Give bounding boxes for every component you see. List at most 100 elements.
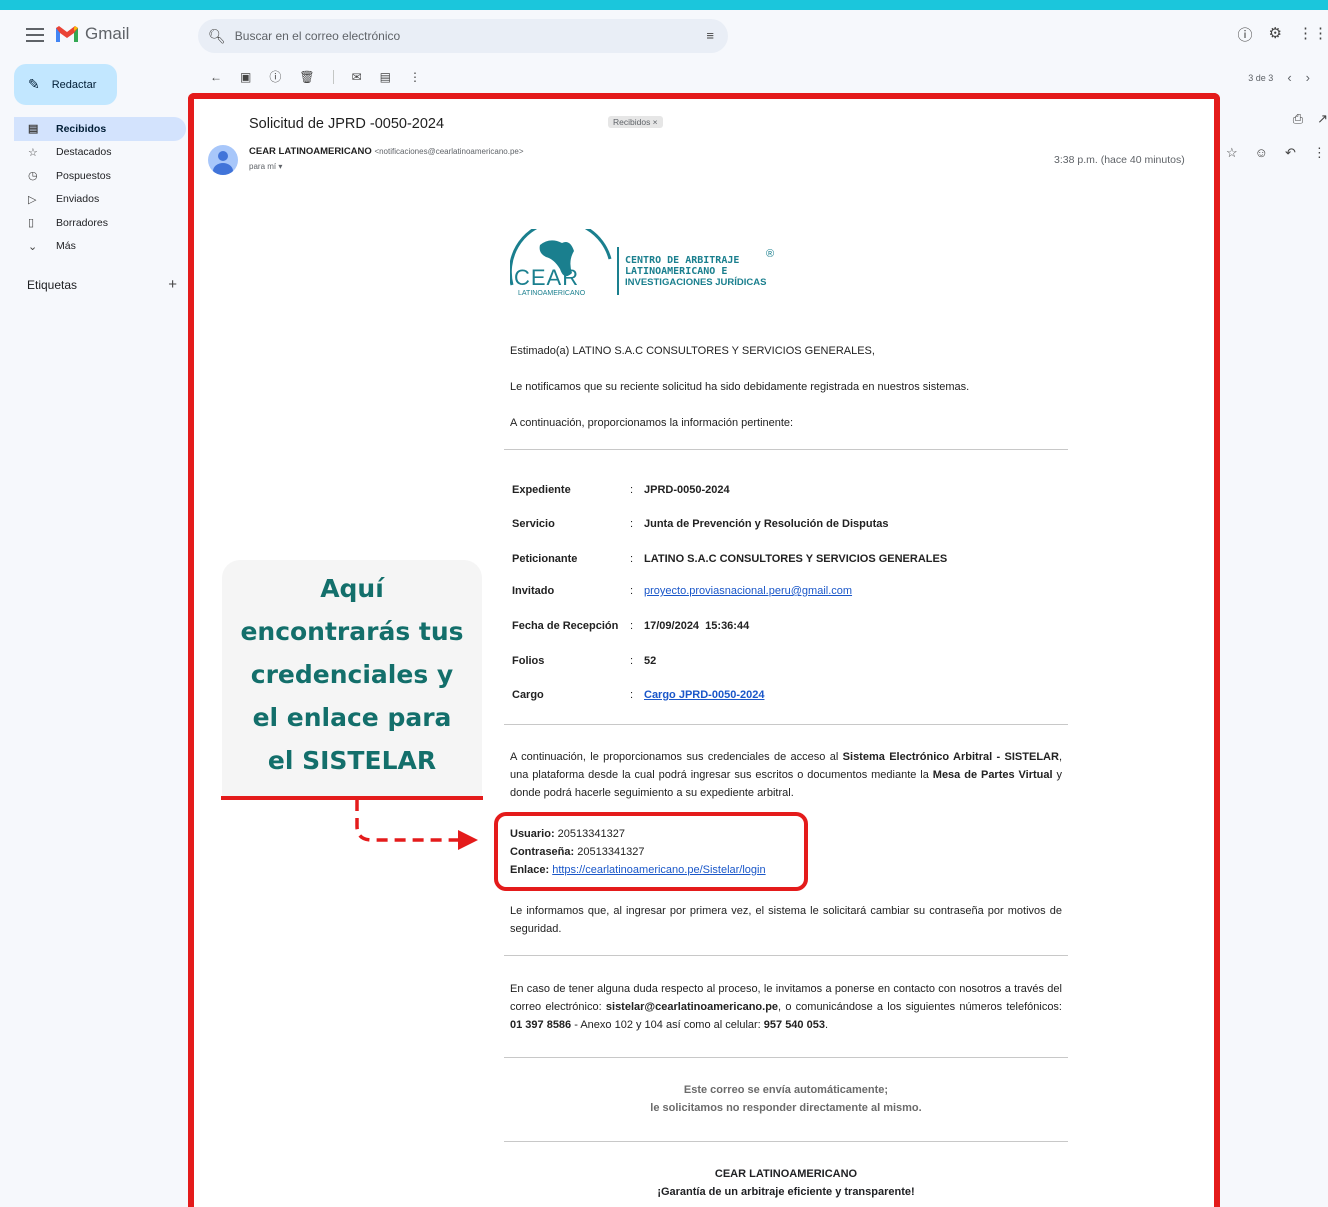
callout-line: el enlace para: [252, 703, 452, 732]
sidebar-item-recibidos[interactable]: ▤ Recibidos: [14, 117, 186, 141]
field-cargo: Cargo : Cargo JPRD-0050-2024: [512, 689, 1072, 701]
sidebar-item-label: Más: [56, 240, 76, 253]
contact-text: - Anexo 102 y 104 así como al celular:: [571, 1019, 764, 1031]
labels-section: Etiquetas +: [27, 276, 177, 293]
field-expediente: Expediente : JPRD-0050-2024: [512, 484, 1072, 496]
apps-icon[interactable]: ⋮⋮: [1298, 24, 1328, 45]
sidebar-item-label: Enviados: [56, 193, 100, 206]
field-colon: :: [630, 518, 634, 530]
add-label-icon[interactable]: +: [168, 276, 177, 293]
para-info: A continuación, proporcionamos la inform…: [510, 417, 794, 429]
callout-line: credenciales y: [250, 660, 454, 689]
toolbar-divider: [332, 69, 334, 84]
search-input[interactable]: Buscar en el correo electrónico: [235, 29, 400, 43]
credentials-intro: A continuación, le proporcionamos sus cr…: [510, 748, 1062, 802]
contact-email: sistelar@cearlatinoamericano.pe: [605, 1001, 779, 1013]
field-invitado: Invitado : proyecto.proviasnacional.peru…: [512, 585, 1072, 597]
reply-icon[interactable]: ↶: [1285, 145, 1296, 161]
cear-acronym: CEAR: [514, 265, 579, 290]
draft-icon: ▯: [28, 217, 35, 230]
pencil-icon: ✎: [28, 76, 40, 92]
divider: [504, 1141, 1068, 1142]
message-actions-top: ⎙ ↗: [1293, 111, 1328, 127]
sidebar-item-pospuestos[interactable]: ◷ Pospuestos: [14, 164, 186, 188]
message-actions: ☆ ☺ ↶ ⋮: [1226, 145, 1326, 161]
search-bar[interactable]: 🔍︎ Buscar en el correo electrónico ≡: [198, 19, 728, 53]
contact-cell: 957 540 053: [763, 1019, 825, 1031]
open-new-window-icon[interactable]: ↗: [1317, 111, 1328, 127]
app-name: Gmail: [85, 24, 130, 43]
search-options-icon[interactable]: ≡: [706, 28, 714, 43]
invitado-email-link[interactable]: proyecto.proviasnacional.peru@gmail.com: [644, 585, 852, 597]
help-icon[interactable]: ⓘ: [1238, 24, 1253, 45]
sidebar-item-enviados[interactable]: ▷ Enviados: [14, 188, 186, 212]
cear-line1: CENTRO DE ARBITRAJE: [625, 255, 739, 266]
pager-count: 3 de 3: [1248, 72, 1274, 83]
top-right-icons: ⓘ ⚙ ⋮⋮: [1238, 24, 1328, 45]
credentials-highlight: [494, 812, 808, 891]
more-options-icon[interactable]: ⋮: [409, 70, 421, 84]
dashed-arrow: [355, 800, 478, 850]
report-spam-icon[interactable]: ⓘ: [269, 68, 281, 85]
field-servicio: Servicio : Junta de Prevención y Resoluc…: [512, 518, 1072, 530]
contact-paragraph: En caso de tener alguna duda respecto al…: [510, 980, 1062, 1034]
sender-name[interactable]: CEAR LATINOAMERICANO: [249, 146, 372, 157]
move-to-icon[interactable]: ▤: [380, 70, 391, 84]
sidebar-item-label: Recibidos: [56, 122, 107, 135]
field-value: 52: [644, 655, 657, 667]
message-toolbar: ← ▣ ⓘ 🗑︎ ✉ ▤ ⋮: [210, 68, 421, 85]
compose-label: Redactar: [51, 78, 97, 91]
print-icon[interactable]: ⎙: [1293, 111, 1303, 127]
search-icon[interactable]: 🔍︎: [208, 28, 226, 45]
callout-line: Aquí: [320, 574, 384, 603]
divider: [504, 1057, 1068, 1058]
sidebar-item-borradores[interactable]: ▯ Borradores: [14, 211, 186, 235]
intro-text: A continuación, le proporcionamos sus cr…: [510, 751, 843, 763]
gmail-window: Gmail 🔍︎ Buscar en el correo electrónico…: [0, 10, 1328, 1207]
field-colon: :: [630, 585, 634, 597]
footer-tagline: ¡Garantía de un arbitraje eficiente y tr…: [657, 1186, 915, 1198]
sidebar-item-destacados[interactable]: ☆ Destacados: [14, 141, 186, 165]
cargo-link[interactable]: Cargo JPRD-0050-2024: [644, 689, 764, 701]
field-key: Invitado: [512, 585, 555, 597]
main-menu-icon[interactable]: [26, 28, 44, 42]
field-colon: :: [630, 655, 634, 667]
field-value: Junta de Prevención y Resolución de Disp…: [644, 518, 889, 530]
sidebar-item-label: Destacados: [56, 146, 112, 159]
field-colon: :: [630, 689, 634, 701]
archive-icon[interactable]: ▣: [240, 70, 251, 84]
emoji-icon[interactable]: ☺: [1255, 145, 1268, 161]
field-colon: :: [630, 484, 634, 496]
field-folios: Folios : 52: [512, 655, 1072, 667]
gmail-m-icon: [56, 26, 78, 42]
sidebar-item-label: Borradores: [56, 216, 108, 229]
star-icon[interactable]: ☆: [1226, 145, 1238, 161]
callout-text: Aquí encontrarás tus credenciales y el e…: [222, 567, 482, 782]
settings-icon[interactable]: ⚙: [1269, 24, 1282, 45]
greeting: Estimado(a) LATINO S.A.C CONSULTORES Y S…: [510, 345, 875, 357]
field-key: Cargo: [512, 689, 544, 701]
back-arrow-icon[interactable]: ←: [210, 70, 222, 84]
cear-logo: CEAR LATINOAMERICANO CENTRO DE ARBITRAJE…: [510, 229, 774, 297]
sender-avatar[interactable]: [208, 145, 238, 175]
cear-line3: INVESTIGACIONES JURÍDICAS: [625, 277, 766, 288]
contact-phone: 01 397 8586: [510, 1019, 572, 1031]
next-icon[interactable]: ›: [1306, 70, 1310, 85]
para-notice: Le notificamos que su reciente solicitud…: [510, 381, 970, 393]
gmail-logo[interactable]: Gmail: [55, 24, 129, 44]
label-chip-recibidos[interactable]: Recibidos ×: [608, 116, 663, 128]
prev-icon[interactable]: ‹: [1287, 70, 1291, 85]
security-note: Le informamos que, al ingresar por prime…: [510, 905, 1062, 935]
compose-button[interactable]: ✎ Redactar: [14, 64, 117, 105]
delete-icon[interactable]: 🗑︎: [299, 70, 314, 84]
mark-unread-icon[interactable]: ✉: [352, 70, 362, 84]
sender-line: CEAR LATINOAMERICANO <notificaciones@cea…: [249, 146, 524, 157]
recipient-details[interactable]: para mí ▾: [249, 162, 282, 171]
sidebar-item-mas[interactable]: ⌄ Más: [14, 235, 186, 259]
footer-org: CEAR LATINOAMERICANO: [714, 1168, 858, 1180]
more-icon[interactable]: ⋮: [1313, 145, 1326, 161]
callout-line: encontrarás tus: [240, 617, 464, 646]
sender-address: <notificaciones@cearlatinoamericano.pe>: [374, 147, 524, 156]
star-icon: ☆: [28, 146, 38, 159]
field-colon: :: [630, 620, 634, 632]
